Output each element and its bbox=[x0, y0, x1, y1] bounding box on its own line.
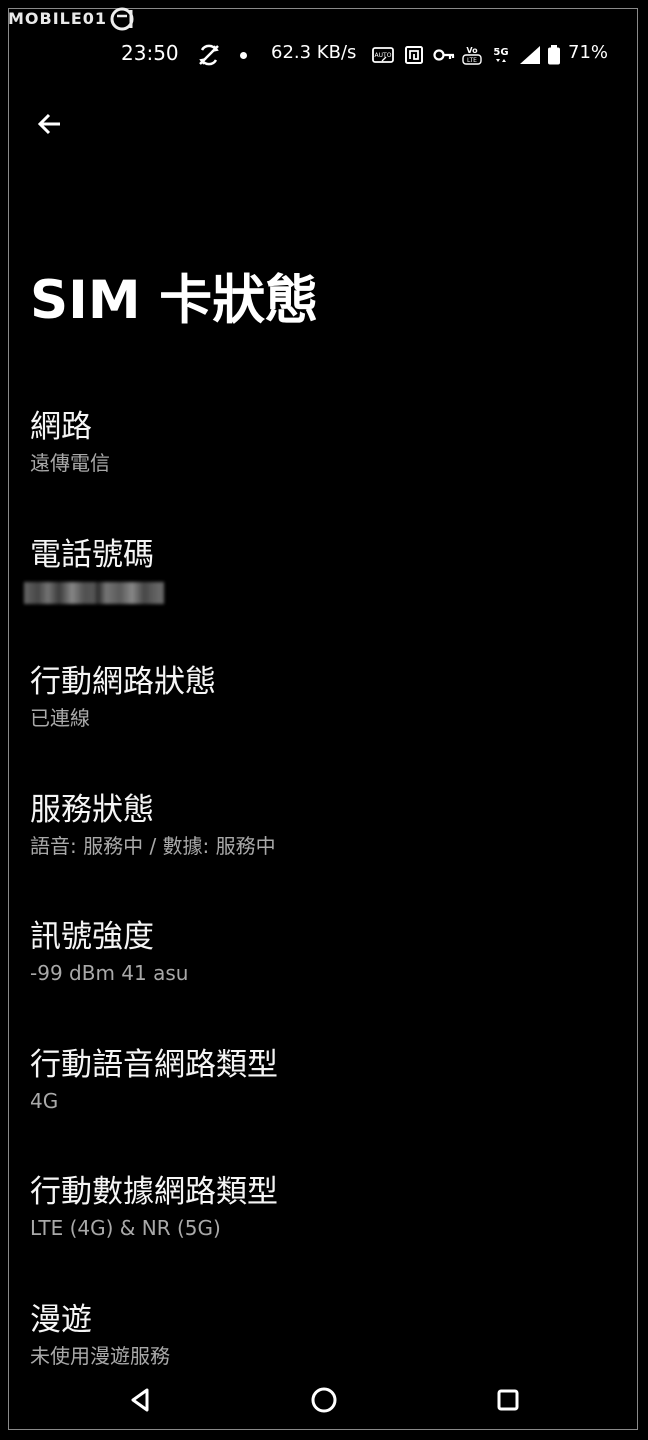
list-item-title: 行動語音網路類型 bbox=[30, 1046, 278, 1083]
back-button[interactable] bbox=[28, 104, 72, 144]
nfc-icon bbox=[405, 46, 423, 64]
list-item-title: 網路 bbox=[30, 409, 92, 445]
list-item-title: 行動數據網路類型 bbox=[30, 1174, 278, 1210]
list-item-network[interactable]: 網路 遠傳電信 bbox=[30, 406, 590, 534]
vpn-key-icon bbox=[433, 49, 455, 61]
list-item-summary: 已連線 bbox=[30, 706, 90, 730]
list-item-service-state[interactable]: 服務狀態 語音: 服務中 / 數據: 服務中 bbox=[30, 789, 590, 917]
sync-off-icon bbox=[199, 44, 219, 66]
list-item-mobile-network-state[interactable]: 行動網路狀態 已連線 bbox=[30, 661, 590, 789]
watermark-text: MOBILE01 bbox=[8, 9, 108, 28]
back-triangle-icon bbox=[131, 1388, 149, 1412]
5g-icon: 5G bbox=[493, 47, 509, 62]
notification-dot-icon bbox=[240, 52, 247, 59]
battery-icon bbox=[548, 45, 560, 65]
list-item-summary: LTE (4G) & NR (5G) bbox=[30, 1216, 221, 1240]
list-item-voice-network-type[interactable]: 行動語音網路類型 4G bbox=[30, 1044, 590, 1172]
watermark-symbol-icon bbox=[110, 7, 134, 31]
list-item-summary: 4G bbox=[30, 1088, 59, 1113]
nav-recents-button[interactable] bbox=[482, 1374, 534, 1426]
list-item-summary: 未使用漫遊服務 bbox=[30, 1343, 170, 1368]
volte-icon: Vo LTE bbox=[462, 46, 482, 65]
nav-back-button[interactable] bbox=[114, 1374, 166, 1426]
signal-icon bbox=[520, 46, 540, 64]
list-item-signal-strength[interactable]: 訊號強度 -99 dBm 41 asu bbox=[30, 916, 590, 1044]
svg-text:LTE: LTE bbox=[467, 57, 477, 64]
list-item-title: 訊號強度 bbox=[30, 919, 154, 955]
list-item-summary: 遠傳電信 bbox=[30, 451, 110, 475]
auto-icon: AUTO bbox=[372, 47, 394, 63]
svg-text:Vo: Vo bbox=[466, 46, 478, 55]
list-item-summary: 語音: 服務中 / 數據: 服務中 bbox=[30, 833, 276, 858]
list-item-data-network-type[interactable]: 行動數據網路類型 LTE (4G) & NR (5G) bbox=[30, 1171, 590, 1299]
navigation-bar bbox=[0, 1374, 648, 1426]
svg-text:5G: 5G bbox=[493, 47, 508, 58]
page-title: SIM 卡狀態 bbox=[30, 270, 319, 331]
recents-square-icon bbox=[497, 1389, 519, 1411]
svg-text:AUTO: AUTO bbox=[375, 52, 392, 59]
arrow-back-icon bbox=[37, 113, 60, 135]
list-item-title: 漫遊 bbox=[30, 1301, 92, 1338]
sim-status-list: 網路 遠傳電信 電話號碼 行動網路狀態 已連線 服務狀態 語音: 服務中 / 數… bbox=[24, 406, 590, 1426]
status-time: 23:50 bbox=[121, 41, 179, 65]
watermark-logo: MOBILE01 bbox=[8, 7, 136, 31]
list-item-title: 行動網路狀態 bbox=[30, 664, 216, 700]
nav-home-button[interactable] bbox=[298, 1374, 350, 1426]
home-circle-icon bbox=[311, 1387, 337, 1413]
list-item-summary: -99 dBm 41 asu bbox=[30, 961, 189, 985]
status-bar: 23:50 62.3 KB/s AUTO Vo LTE 5G 71% bbox=[0, 36, 648, 72]
list-item-phone-number[interactable]: 電話號碼 bbox=[24, 534, 590, 662]
phone-number-redacted bbox=[24, 581, 164, 604]
network-speed: 62.3 KB/s bbox=[271, 42, 357, 63]
list-item-title: 服務狀態 bbox=[30, 791, 154, 828]
battery-percent: 71% bbox=[568, 42, 609, 63]
list-item-title: 電話號碼 bbox=[30, 536, 154, 573]
